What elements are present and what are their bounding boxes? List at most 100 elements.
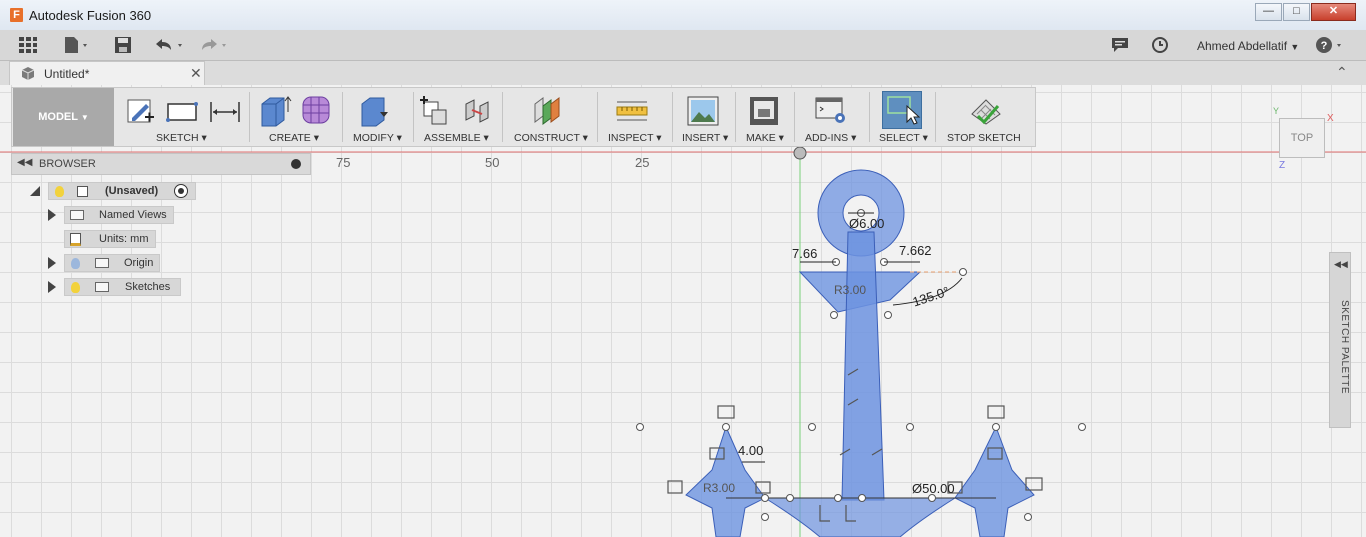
new-component-icon[interactable] [418,94,452,131]
sketches-label: Sketches [125,281,171,293]
browser-item-named-views[interactable]: Named Views [64,206,174,224]
collapse-panel-icon[interactable]: ◀◀ [17,157,32,168]
form-tool-icon[interactable] [300,94,332,129]
chevron-down-icon: ▼ [80,113,89,122]
ruler-tick-50: 50 [485,155,500,170]
toolbar-ribbon: MODEL ▼ SKETCH ▾ CREATE ▾ MODIFY ▾ ASSEM… [11,87,1036,147]
stop-sketch-icon[interactable] [968,94,1004,131]
press-pull-icon[interactable] [358,94,392,131]
expand-origin-icon[interactable] [48,257,56,269]
dimension-small-width[interactable]: 4.00 [738,443,763,458]
make-label: MAKE [746,132,776,144]
dimension-radius-left[interactable]: R3.00 [703,481,735,495]
ribbon-divider [794,92,795,142]
workspace-label: MODEL [38,111,78,123]
ruler-tick-75: 75 [336,155,351,170]
title-bar: F Autodesk Fusion 360 — □ ✕ [0,0,1366,31]
ruler-tick-25: 25 [635,155,650,170]
redo-icon[interactable] [198,36,232,54]
create-sketch-icon[interactable] [126,96,156,129]
expand-palette-icon[interactable]: ◀◀ [1334,259,1348,270]
visibility-bulb-icon[interactable] [71,258,80,269]
ribbon-divider [413,92,414,142]
help-icon[interactable]: ? [1314,36,1348,54]
make-group-label[interactable]: MAKE ▾ [746,132,784,144]
save-icon[interactable] [113,36,133,54]
assemble-label: ASSEMBLE [424,132,481,144]
expand-root-icon[interactable] [30,186,40,196]
expand-sketches-icon[interactable] [48,281,56,293]
3d-print-icon[interactable] [748,94,780,131]
activate-component-icon[interactable] [174,184,188,198]
window-title: Autodesk Fusion 360 [29,8,152,23]
browser-panel-header[interactable]: ◀◀ BROWSER [11,153,311,175]
comments-icon[interactable] [1110,36,1130,54]
ribbon-divider [672,92,673,142]
browser-item-sketches[interactable]: Sketches [64,278,181,296]
rectangle-tool-icon[interactable] [166,100,198,127]
addins-group-label[interactable]: ADD-INS ▾ [805,132,856,144]
undo-icon[interactable] [152,36,186,54]
root-label: (Unsaved) [105,185,159,197]
view-cube-y-axis: Y [1273,106,1280,116]
svg-text:?: ? [1321,40,1328,52]
component-icon [77,186,88,197]
ribbon-divider [342,92,343,142]
dimension-right-width[interactable]: 7.662 [899,243,932,258]
dimension-hole-diameter[interactable]: Ø6.00 [849,216,884,231]
ribbon-divider [249,92,250,142]
scripts-addins-icon[interactable] [814,96,848,129]
browser-title: BROWSER [39,158,96,170]
workspace-switcher-button[interactable]: MODEL ▼ [13,88,114,146]
browser-item-units[interactable]: Units: mm [64,230,156,248]
folder-icon [70,210,84,220]
sketch-dimension-icon[interactable] [209,100,241,127]
document-tab-label: Untitled* [44,67,90,81]
minimize-button[interactable]: — [1255,3,1282,21]
quick-access-toolbar: Ahmed Abdellatif ▼ ? [0,30,1366,61]
assemble-group-label[interactable]: ASSEMBLE ▾ [424,132,489,144]
ribbon-divider [502,92,503,142]
close-window-button[interactable]: ✕ [1311,3,1356,21]
document-tab[interactable]: Untitled* ✕ [9,61,205,85]
select-group-label[interactable]: SELECT ▾ [879,132,928,144]
dimension-arc-diameter[interactable]: Ø50.00 [912,481,955,496]
close-tab-icon[interactable]: ✕ [190,65,202,82]
select-tool-button[interactable] [882,91,922,129]
browser-options-icon[interactable] [291,159,301,169]
collapse-toolbar-icon[interactable]: ⌃ [1336,64,1348,81]
sketch-group-label[interactable]: SKETCH ▾ [156,132,207,144]
measure-icon[interactable] [615,98,649,127]
visibility-bulb-icon[interactable] [71,282,80,293]
user-name-label: Ahmed Abdellatif [1197,39,1288,53]
browser-item-origin[interactable]: Origin [64,254,160,272]
sketch-palette-label: SKETCH PALETTE [1339,300,1350,395]
joint-icon[interactable] [460,94,494,131]
dimension-left-width[interactable]: 7.66 [792,246,817,261]
construct-group-label[interactable]: CONSTRUCT ▾ [514,132,588,144]
data-panel-grid-icon[interactable] [18,36,38,54]
visibility-bulb-icon[interactable] [55,186,64,197]
job-status-clock-icon[interactable] [1150,36,1170,54]
inspect-group-label[interactable]: INSPECT ▾ [608,132,662,144]
app-logo-icon: F [10,8,23,22]
units-label: Units: mm [99,233,149,245]
dimension-radius-top[interactable]: R3.00 [834,283,866,297]
ribbon-divider [597,92,598,142]
extrude-icon[interactable] [258,94,292,131]
origin-label: Origin [124,257,154,269]
insert-image-icon[interactable] [686,94,720,131]
view-cube-z-axis: Z [1279,160,1286,171]
user-account-menu[interactable]: Ahmed Abdellatif ▼ [1197,39,1299,53]
insert-group-label[interactable]: INSERT ▾ [682,132,728,144]
stop-sketch-label[interactable]: STOP SKETCH [947,132,1021,144]
maximize-button[interactable]: □ [1283,3,1310,21]
create-group-label[interactable]: CREATE ▾ [269,132,319,144]
view-cube[interactable]: TOP [1279,118,1325,158]
file-menu-icon[interactable] [62,36,92,54]
insert-label: INSERT [682,132,721,144]
anchor-crown [764,497,956,537]
modify-group-label[interactable]: MODIFY ▾ [353,132,402,144]
expand-named-views-icon[interactable] [48,209,56,221]
offset-plane-icon[interactable] [531,94,565,131]
